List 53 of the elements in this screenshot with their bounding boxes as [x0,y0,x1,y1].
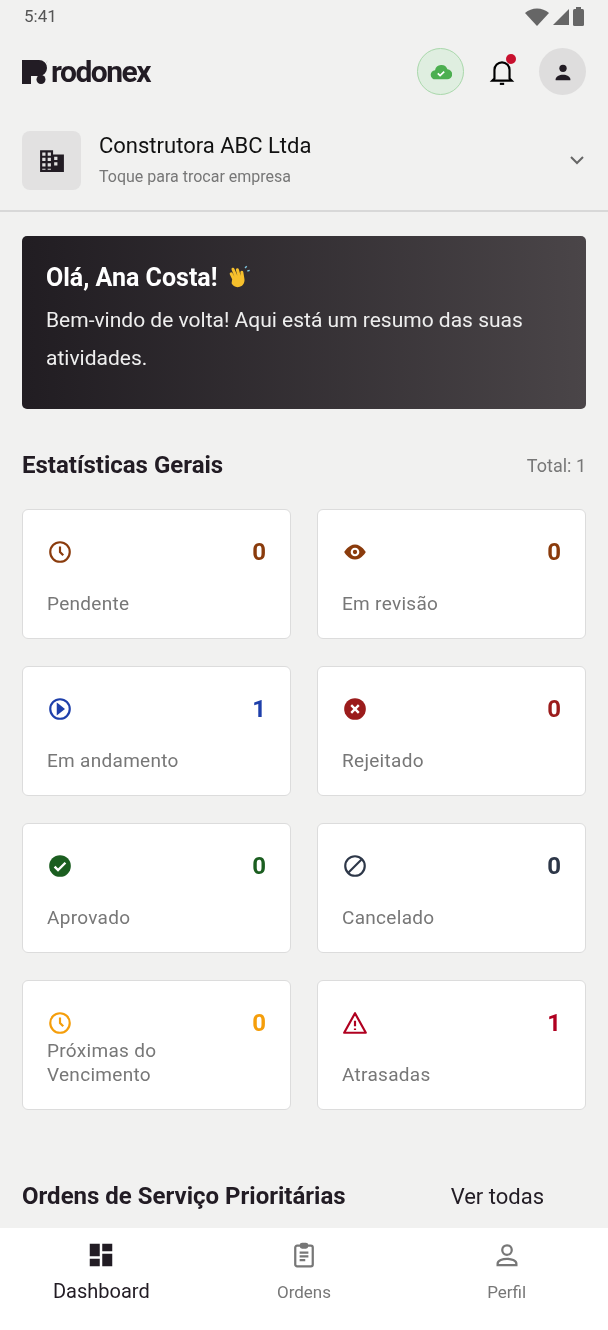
stat-count: 0 [547,694,561,725]
error-icon [342,696,368,722]
logo-mark-icon [22,59,48,84]
warning-icon [342,1010,368,1036]
nav-tab[interactable]: Perfil [405,1228,608,1330]
company-hint: Toque para trocar empresa [99,166,293,188]
stat-count: 0 [547,851,561,882]
stat-card[interactable]: 1 Em andamento [22,666,291,796]
stat-card[interactable]: 0 Pendente [22,509,291,639]
stat-count: 0 [547,537,561,568]
check-circle-icon [47,853,73,879]
welcome-title: Olá, Ana Costa! [46,262,218,294]
section-title: Estatísticas Gerais [22,450,224,481]
stat-card[interactable]: 0 Em revisão [317,509,586,639]
company-name: Construtora ABC Ltda [99,132,313,160]
brand-name: rodonex [51,56,151,87]
stat-count: 1 [547,1008,561,1039]
nav-tab[interactable]: Dashboard [0,1228,203,1330]
company-selector[interactable]: Construtora ABC Ltda Toque para trocar empresa [0,110,608,212]
stat-card[interactable]: 0 Rejeitado [317,666,586,796]
nav-tab[interactable]: Ordens [202,1228,406,1330]
battery-icon [573,7,584,26]
stat-count: 0 [252,851,266,882]
stat-card[interactable]: 0 Cancelado [317,823,586,953]
stat-card[interactable]: 0 Aprovado [22,823,291,953]
see-all-link[interactable]: Ver todas [450,1179,544,1213]
profile-button[interactable] [539,48,586,95]
welcome-message: Bem-vindo de volta! Aqui está um resumo das suas atividades. [46,307,524,373]
stat-label: Em andamento [47,749,180,773]
wifi-icon [525,7,549,26]
stat-label: Aprovado [47,906,132,930]
clock-icon [47,1010,73,1036]
stat-label: Em revisão [342,592,440,616]
block-icon [342,853,368,879]
stat-count: 1 [252,694,266,725]
stat-count: 0 [252,1008,266,1039]
total-count: Total: 1 [526,453,586,478]
chevron-down-icon [568,154,586,166]
section-title: Ordens de Serviço Prioritárias [22,1181,346,1212]
clock-icon [47,539,73,565]
stat-label: Pendente [47,592,131,616]
stat-label: Próximas do Vencimento [47,1039,158,1087]
stat-count: 0 [252,537,266,568]
stat-label: Atrasadas [342,1063,432,1087]
play-icon [47,696,73,722]
stat-label: Cancelado [342,906,436,930]
stat-card[interactable]: 1 Atrasadas [317,980,586,1110]
stat-label: Rejeitado [342,749,425,773]
cloud-check-icon [429,63,452,80]
clock-time: 5:41 [24,4,57,28]
stat-card[interactable]: 0 Próximas do Vencimento [22,980,291,1110]
signal-icon [553,8,569,25]
building-icon [38,148,65,172]
